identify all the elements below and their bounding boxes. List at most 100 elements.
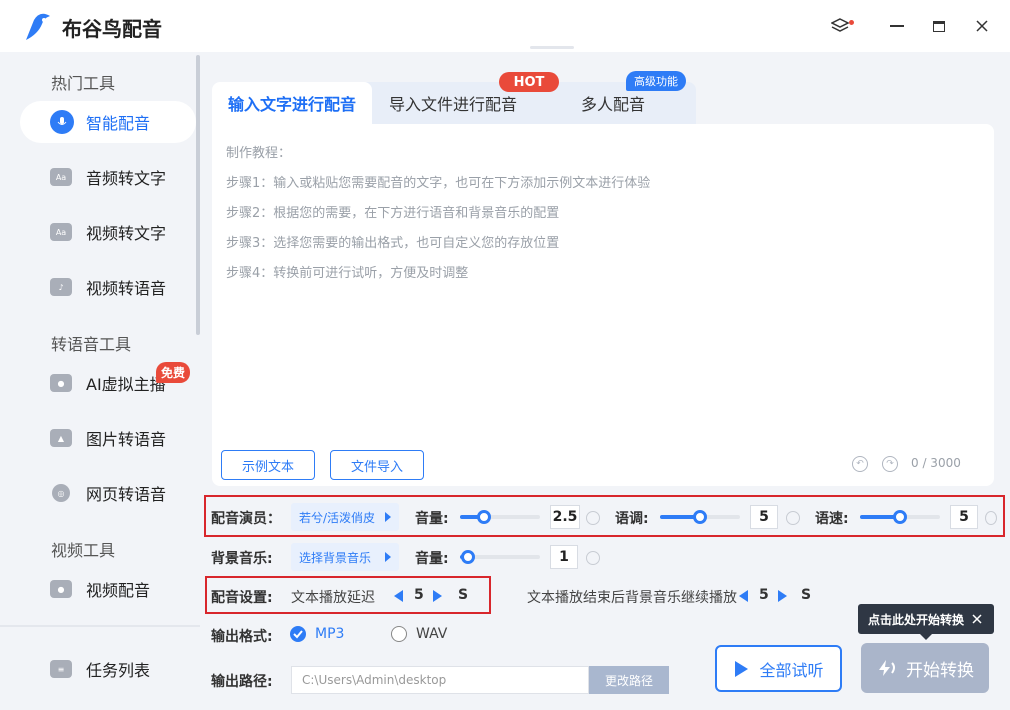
tooltip-arrow xyxy=(920,634,932,640)
volume-value[interactable]: 2.5 xyxy=(550,505,580,529)
voice-actor-value: 若兮/活泼俏皮 xyxy=(299,510,376,525)
decrease-arrow-icon[interactable] xyxy=(739,590,748,602)
voice-label: 配音演员： xyxy=(211,511,281,527)
start-convert-label: 开始转换 xyxy=(906,660,974,681)
pitch-label: 语调: xyxy=(615,511,649,527)
continue-value[interactable]: 5 xyxy=(759,587,769,603)
sidebar-item-label: 视频配音 xyxy=(86,581,151,600)
continue-label: 文本播放结束后背景音乐继续播放 xyxy=(527,590,737,606)
redo-icon[interactable]: ↷ xyxy=(882,456,898,472)
globe-icon: ◎ xyxy=(52,484,70,502)
format-label: 输出格式: xyxy=(211,629,273,645)
volume-slider[interactable] xyxy=(460,510,540,524)
mp3-radio[interactable] xyxy=(290,626,306,642)
char-count: 0 / 3000 xyxy=(911,456,961,470)
video-text-icon: Aa xyxy=(50,223,72,241)
app-logo-icon xyxy=(26,13,50,40)
sidebar-item-task-list[interactable]: ≡ 任务列表 xyxy=(20,648,196,690)
editor-hint: 步骤3：选择您需要的输出格式，也可自定义您的存放位置 xyxy=(226,236,560,251)
sidebar-item-label: 图片转语音 xyxy=(86,430,167,449)
slider-handle[interactable] xyxy=(461,550,475,564)
listen-all-button[interactable]: 全部试听 xyxy=(715,645,842,692)
speed-slider[interactable] xyxy=(860,510,940,524)
slider-handle[interactable] xyxy=(693,510,707,524)
delay-unit: S xyxy=(458,587,469,603)
sidebar-item-label: 智能配音 xyxy=(86,114,151,133)
sidebar-item-image-to-voice[interactable]: ▲ 图片转语音 xyxy=(20,417,196,459)
sidebar-item-label: 网页转语音 xyxy=(86,485,167,504)
section-title-hot: 热门工具 xyxy=(51,74,116,93)
settings-label: 配音设置: xyxy=(211,590,273,606)
check-icon xyxy=(293,630,303,639)
volume-label: 音量: xyxy=(415,511,449,527)
audio-text-icon: Aa xyxy=(50,168,72,186)
minimize-button[interactable] xyxy=(885,14,909,38)
maximize-button[interactable] xyxy=(927,14,951,38)
chevron-right-icon xyxy=(385,512,391,522)
bgm-volume-label: 音量: xyxy=(415,551,449,567)
chevron-right-icon xyxy=(385,552,391,562)
decrease-arrow-icon[interactable] xyxy=(394,590,403,602)
sidebar-item-label: AI虚拟主播 xyxy=(86,375,166,394)
wav-label[interactable]: WAV xyxy=(416,626,447,642)
bgm-select-value: 选择背景音乐 xyxy=(299,550,372,565)
free-badge: 免费 xyxy=(156,362,191,383)
mic-icon xyxy=(50,110,74,134)
sidebar-item-smart-dub[interactable]: 智能配音 xyxy=(20,101,196,143)
sidebar-item-video-dub[interactable]: ● 视频配音 xyxy=(20,568,196,610)
bgm-volume-value[interactable]: 1 xyxy=(550,545,578,569)
reset-icon[interactable] xyxy=(586,511,600,525)
drag-handle[interactable] xyxy=(530,46,574,49)
increase-arrow-icon[interactable] xyxy=(778,590,787,602)
reset-icon[interactable] xyxy=(586,551,600,565)
pitch-slider[interactable] xyxy=(660,510,740,524)
pitch-value[interactable]: 5 xyxy=(750,505,778,529)
image-icon: ▲ xyxy=(50,429,72,447)
voice-actor-select[interactable]: 若兮/活泼俏皮 xyxy=(291,503,399,531)
reset-icon[interactable] xyxy=(786,511,800,525)
sidebar-item-web-to-voice[interactable]: ◎ 网页转语音 xyxy=(20,472,196,514)
slider-handle[interactable] xyxy=(477,510,491,524)
path-label: 输出路径: xyxy=(211,674,273,690)
delay-value[interactable]: 5 xyxy=(414,587,424,603)
close-icon xyxy=(976,20,988,32)
import-file-button[interactable]: 文件导入 xyxy=(330,450,424,480)
anchor-icon: ● xyxy=(50,374,72,392)
sidebar-scrollbar[interactable] xyxy=(196,55,200,335)
app-title: 布谷鸟配音 xyxy=(62,17,162,41)
section-title-video-tools: 视频工具 xyxy=(51,541,116,560)
change-path-button[interactable]: 更改路径 xyxy=(589,666,669,694)
undo-icon[interactable]: ↶ xyxy=(852,456,868,472)
play-icon xyxy=(735,660,749,677)
bgm-volume-slider[interactable] xyxy=(460,550,540,564)
listen-all-label: 全部试听 xyxy=(759,660,824,680)
advanced-badge: 高级功能 xyxy=(626,71,686,91)
editor-hint: 步骤4：转换前可进行试听，方便及时调整 xyxy=(226,266,469,281)
task-list-icon: ≡ xyxy=(50,660,72,678)
speed-value[interactable]: 5 xyxy=(950,505,978,529)
section-title-voice-tools: 转语音工具 xyxy=(51,335,132,354)
sidebar-item-label: 视频转语音 xyxy=(86,279,167,298)
output-path-input[interactable]: C:\Users\Admin\desktop xyxy=(291,666,589,694)
sidebar-item-label: 视频转文字 xyxy=(86,224,167,243)
sidebar-item-video-to-voice[interactable]: ♪ 视频转语音 xyxy=(20,266,196,308)
start-convert-button[interactable]: 开始转换 xyxy=(861,643,989,693)
sidebar-item-audio-to-text[interactable]: Aa 音频转文字 xyxy=(20,156,196,198)
sidebar-divider xyxy=(0,625,200,627)
tab-input-text[interactable]: 输入文字进行配音 xyxy=(212,82,372,124)
notification-dot xyxy=(849,20,854,25)
bgm-label: 背景音乐: xyxy=(211,551,273,567)
mp3-label[interactable]: MP3 xyxy=(315,626,344,642)
sidebar-item-video-to-text[interactable]: Aa 视频转文字 xyxy=(20,211,196,253)
bgm-select[interactable]: 选择背景音乐 xyxy=(291,543,399,571)
slider-handle[interactable] xyxy=(893,510,907,524)
close-button[interactable] xyxy=(970,14,994,38)
reset-icon[interactable] xyxy=(985,511,997,525)
increase-arrow-icon[interactable] xyxy=(433,590,442,602)
continue-unit: S xyxy=(801,587,812,603)
sample-text-button[interactable]: 示例文本 xyxy=(221,450,315,480)
editor-hint: 步骤1：输入或粘贴您需要配音的文字，也可在下方添加示例文本进行体验 xyxy=(226,176,651,191)
layers-icon[interactable] xyxy=(828,14,854,38)
wav-radio[interactable] xyxy=(391,626,407,642)
close-icon[interactable] xyxy=(972,614,982,624)
